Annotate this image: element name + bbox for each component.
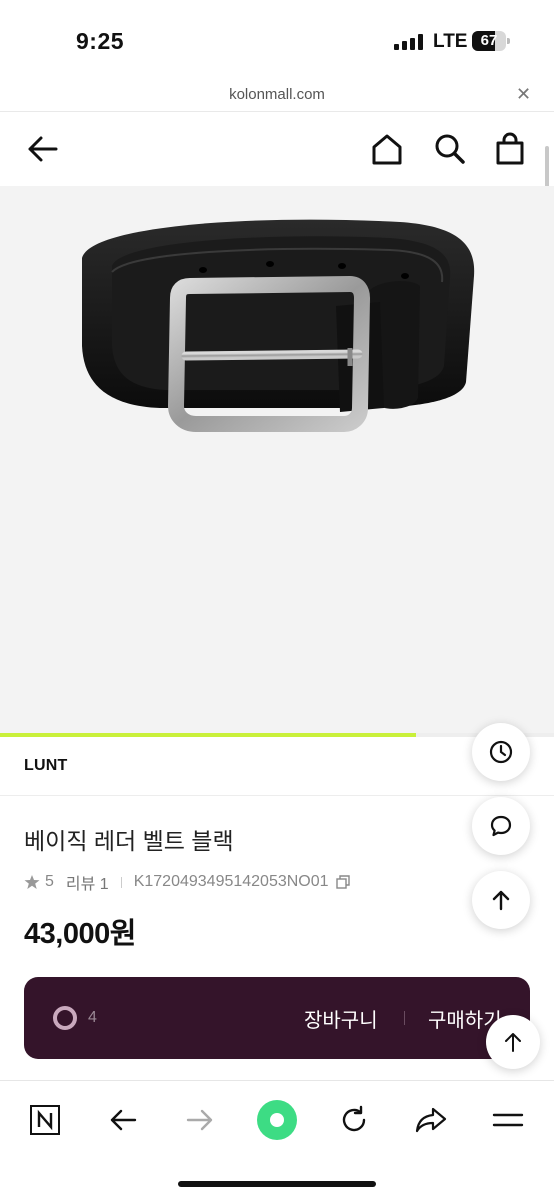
green-dot-button[interactable]	[256, 1099, 298, 1141]
url-text[interactable]: kolonmall.com	[0, 86, 554, 103]
gallery-progress	[0, 733, 554, 737]
close-icon[interactable]: ✕	[516, 84, 531, 105]
menu-icon	[492, 1113, 524, 1127]
recent-history-button[interactable]	[472, 723, 530, 781]
home-indicator	[178, 1181, 376, 1187]
purchase-bar: 4 장바구니 구매하기	[24, 977, 530, 1059]
scroll-top-arrow-icon	[492, 890, 510, 911]
signal-strength-icon	[394, 34, 424, 50]
status-time: 9:25	[76, 28, 125, 54]
home-icon[interactable]	[368, 130, 406, 168]
product-image[interactable]	[0, 186, 554, 734]
belt-photo	[82, 219, 475, 432]
back-arrow-icon[interactable]	[24, 130, 62, 168]
history-clock-icon	[489, 740, 513, 764]
network-type: LTE	[433, 31, 468, 52]
page-header	[0, 112, 554, 186]
share-button[interactable]	[410, 1099, 452, 1141]
status-bar: 9:25 LTE 67	[0, 0, 554, 80]
refresh-icon	[342, 1105, 366, 1132]
meta-separator	[120, 876, 122, 888]
green-dot-home-icon	[257, 1100, 297, 1140]
product-price: 43,000원	[24, 918, 136, 950]
forward-icon	[186, 1109, 213, 1131]
refresh-button[interactable]	[333, 1099, 375, 1141]
divider	[0, 795, 554, 796]
share-icon	[415, 1107, 447, 1133]
browser-scroll-top-button[interactable]	[486, 1015, 540, 1069]
brand-name[interactable]: LUNT	[24, 757, 67, 775]
naver-home-button[interactable]	[24, 1099, 66, 1141]
shopping-bag-icon[interactable]	[491, 130, 529, 168]
back-button[interactable]	[102, 1099, 144, 1141]
scroll-top-arrow-icon	[505, 1033, 521, 1052]
chat-bubble-icon	[490, 815, 512, 837]
forward-button[interactable]	[179, 1099, 221, 1141]
product-meta: 5 리뷰 1 K1720493495142053NO01	[24, 870, 351, 894]
scroll-top-button[interactable]	[472, 871, 530, 929]
rating-value: 5	[45, 873, 54, 890]
battery-percentage: 67	[480, 32, 498, 49]
product-title: 베이직 레더 벨트 블랙	[24, 828, 234, 854]
battery-icon: 67	[472, 31, 510, 51]
menu-button[interactable]	[487, 1099, 529, 1141]
gallery-progress-fill	[0, 733, 416, 737]
star-icon	[24, 875, 40, 889]
like-count: 4	[88, 1009, 97, 1026]
naver-n-icon	[30, 1105, 60, 1135]
button-separator	[404, 1011, 405, 1025]
chat-button[interactable]	[472, 797, 530, 855]
browser-url-bar[interactable]: kolonmall.com ✕	[0, 80, 554, 112]
like-ring-icon[interactable]	[52, 1005, 78, 1031]
review-count-link[interactable]: 리뷰 1	[66, 870, 109, 894]
add-to-cart-button[interactable]: 장바구니	[304, 1004, 378, 1033]
copy-icon[interactable]	[335, 874, 351, 890]
product-code: K1720493495142053NO01	[133, 873, 329, 890]
back-icon	[110, 1109, 137, 1131]
search-icon[interactable]	[431, 130, 469, 168]
